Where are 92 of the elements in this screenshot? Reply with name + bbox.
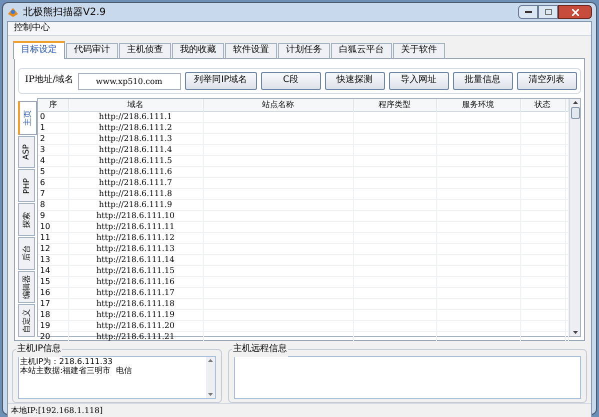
tab[interactable]: 我的收藏 <box>172 43 224 58</box>
table-cell: http://218.6.111.2 <box>98 123 172 132</box>
side-tab[interactable]: 探索 <box>18 203 35 236</box>
close-icon <box>572 8 578 16</box>
ip-domain-field[interactable]: www.xp510.com <box>78 72 181 90</box>
table-cell: http://218.6.111.12 <box>96 233 175 242</box>
host-ip-info-text-area[interactable]: 主机IP为：218.6.111.33 本站主数据:福建省三明市 电信 <box>18 356 216 399</box>
table-cell: http://218.6.111.14 <box>96 255 175 264</box>
table-cell: 7 <box>40 189 46 198</box>
table-cell: http://218.6.111.1 <box>98 112 172 121</box>
table-cell: 19 <box>40 321 50 330</box>
table-cell: http://218.6.111.6 <box>98 167 172 176</box>
table-cell: 13 <box>40 255 50 264</box>
table-cell: 8 <box>40 200 46 209</box>
toolbar-button[interactable]: 批量信息 <box>452 72 513 90</box>
table-cell: 9 <box>40 211 46 220</box>
table-cell: 4 <box>40 156 46 165</box>
info-line: 主机IP为：218.6.111.33 <box>20 357 114 366</box>
close-button[interactable] <box>558 5 592 19</box>
table-cell: http://218.6.111.19 <box>96 310 175 319</box>
table-cell: http://218.6.111.3 <box>98 134 172 143</box>
toolbar-button[interactable]: 快速探测 <box>324 72 385 90</box>
table-cell: http://218.6.111.10 <box>96 211 175 220</box>
maximize-button[interactable] <box>538 5 558 19</box>
scroll-thumb[interactable] <box>570 107 580 119</box>
minimize-button[interactable] <box>518 5 538 19</box>
local-ip-status: 本地IP:[192.168.1.118] <box>11 404 103 416</box>
table-cell: 11 <box>40 233 50 242</box>
side-tab[interactable]: ASP <box>18 136 35 168</box>
table-cell: http://218.6.111.7 <box>98 178 172 187</box>
column-header[interactable]: 序 <box>38 99 68 112</box>
column-header[interactable]: 域名 <box>68 99 203 112</box>
toolbar-button[interactable]: 导入网址 <box>388 72 449 90</box>
table-cell: 18 <box>40 310 50 319</box>
table-cell: http://218.6.111.17 <box>96 288 175 297</box>
side-tab[interactable]: 编辑器 <box>18 270 35 304</box>
table-cell: 2 <box>40 134 46 143</box>
table-cell: 17 <box>40 299 50 308</box>
table-cell: http://218.6.111.4 <box>98 145 172 154</box>
side-tab[interactable]: 后台 <box>18 236 35 270</box>
column-header[interactable]: 站点名称 <box>203 99 353 112</box>
scroll-down-icon[interactable] <box>207 391 214 398</box>
table-cell: http://218.6.111.8 <box>98 189 172 198</box>
table-cell: 10 <box>40 222 50 231</box>
tab[interactable]: 代码审计 <box>66 43 118 58</box>
tab[interactable]: 计划任务 <box>278 43 330 58</box>
column-header[interactable]: 程序类型 <box>353 99 436 112</box>
table-cell: 16 <box>40 288 50 297</box>
side-tab[interactable]: PHP <box>18 169 35 202</box>
app-logo-icon <box>7 6 19 18</box>
scrollbar[interactable] <box>569 99 580 336</box>
table-cell: http://218.6.111.18 <box>96 299 175 308</box>
side-tab[interactable]: 自定义 <box>18 304 35 338</box>
table-cell: 1 <box>40 123 46 132</box>
table-cell: 6 <box>40 178 46 187</box>
table-cell: 5 <box>40 167 46 176</box>
table-cell: http://218.6.111.11 <box>96 222 175 231</box>
table-cell: 15 <box>40 277 50 286</box>
table-cell: http://218.6.111.15 <box>96 266 175 275</box>
window-title: 北极熊扫描器V2.9 <box>23 6 106 20</box>
minimize-icon <box>524 11 532 13</box>
table-cell: http://218.6.111.9 <box>98 200 172 209</box>
table-cell: 20 <box>40 332 50 341</box>
menu-item[interactable]: 控制中心 <box>12 22 52 36</box>
maximize-icon <box>544 9 552 15</box>
scroll-up-icon[interactable] <box>207 357 214 364</box>
table-cell: http://218.6.111.5 <box>98 156 172 165</box>
toolbar-button[interactable]: 清空列表 <box>516 72 577 90</box>
table-cell: 3 <box>40 145 46 154</box>
tab[interactable]: 目标设定 <box>13 41 65 59</box>
panel-title: 主机远程信息 <box>232 343 288 356</box>
tab[interactable]: 软件设置 <box>225 43 277 58</box>
column-header[interactable]: 状态 <box>520 99 565 112</box>
tab[interactable]: 关于软件 <box>393 43 445 58</box>
table-cell: http://218.6.111.21 <box>96 332 175 341</box>
table-cell: http://218.6.111.13 <box>96 244 175 253</box>
tab[interactable]: 白狐云平台 <box>331 43 392 58</box>
ip-domain-label: IP地址/域名 <box>25 74 74 88</box>
table-cell: 0 <box>40 112 46 121</box>
info-line: 本站主数据:福建省三明市 电信 <box>20 366 133 375</box>
toolbar-button[interactable]: 列举同IP域名 <box>184 72 257 90</box>
tab[interactable]: 主机侦查 <box>119 43 171 58</box>
scroll-up-icon[interactable] <box>572 99 578 107</box>
panel-title: 主机IP信息 <box>16 343 62 356</box>
table-cell: http://218.6.111.20 <box>96 321 175 330</box>
table-cell: http://218.6.111.16 <box>96 277 175 286</box>
column-header[interactable]: 服务环境 <box>436 99 520 112</box>
table-cell: 12 <box>40 244 50 253</box>
table-cell: 14 <box>40 266 50 275</box>
scroll-down-icon[interactable] <box>572 328 578 336</box>
toolbar-button[interactable]: C段 <box>260 72 321 90</box>
side-tab[interactable]: 主页 <box>18 101 37 135</box>
